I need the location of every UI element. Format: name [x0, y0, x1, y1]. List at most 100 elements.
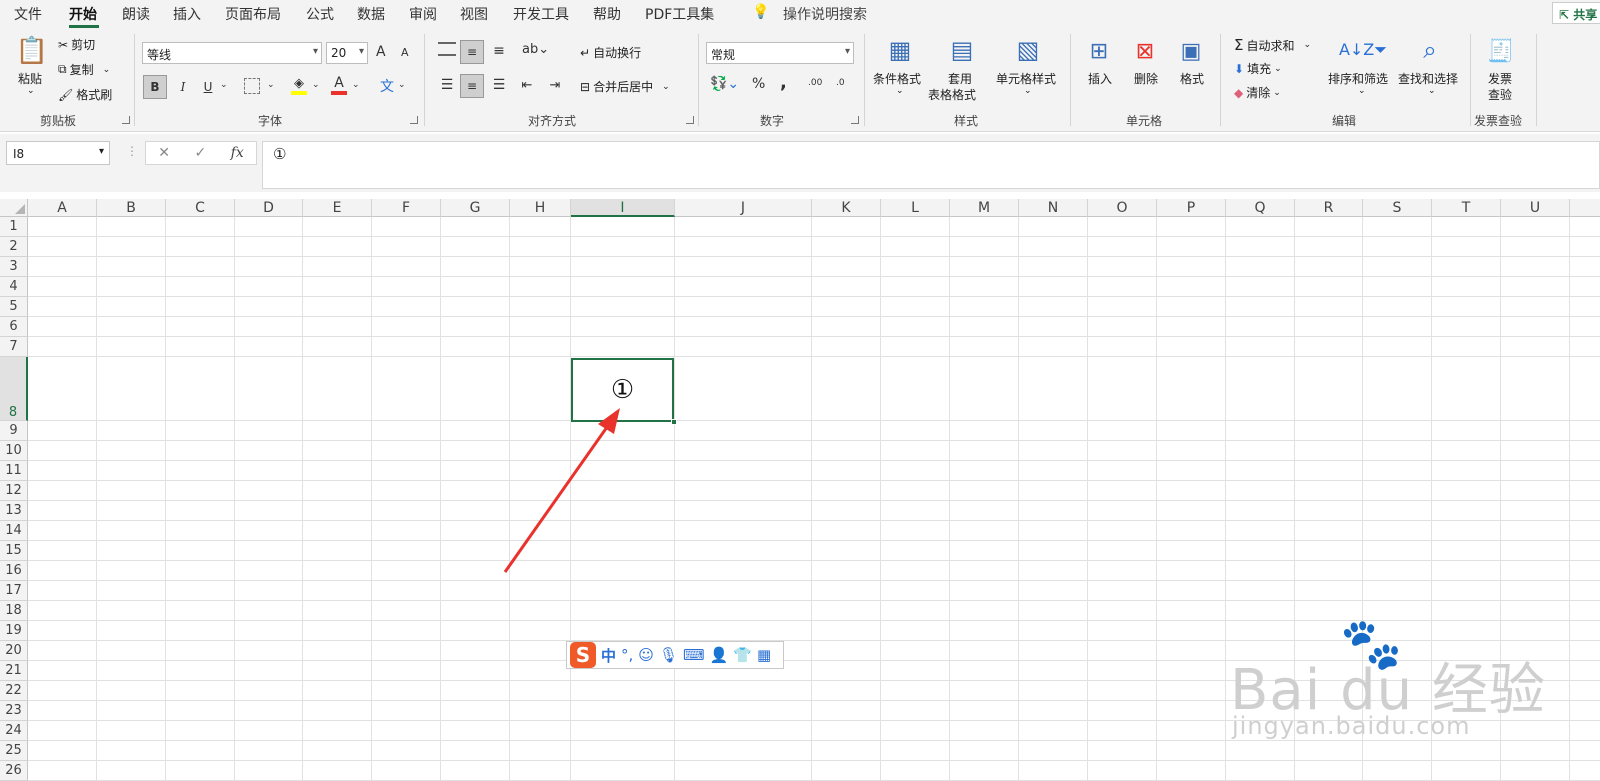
orientation-icon[interactable]: ab⌄	[522, 42, 549, 57]
column-header-k[interactable]: K	[812, 199, 881, 217]
cell-styles-button[interactable]: 单元格样式	[996, 70, 1056, 87]
skin-shirt-icon[interactable]: 👕	[733, 646, 752, 664]
row-header-19[interactable]: 19	[0, 621, 28, 641]
fill-button[interactable]: ⬇ 填充 ⌄	[1234, 60, 1282, 77]
underline-button[interactable]: U	[198, 75, 218, 99]
format-cells-button[interactable]: 格式	[1180, 70, 1204, 87]
sort-filter-button[interactable]: 排序和筛选	[1328, 70, 1388, 87]
column-header-j[interactable]: J	[675, 199, 812, 217]
phonetic-guide-icon[interactable]: 文	[380, 76, 394, 96]
active-cell-i8[interactable]: ①	[571, 358, 674, 422]
delete-cells-button[interactable]: 删除	[1134, 70, 1158, 87]
column-header-u[interactable]: U	[1501, 199, 1570, 217]
column-header-m[interactable]: M	[950, 199, 1019, 217]
row-header-1[interactable]: 1	[0, 217, 28, 237]
format-cells-icon[interactable]: ▣	[1176, 36, 1206, 66]
increase-decimal-button[interactable]: .00	[808, 78, 822, 88]
menu-pdf-tools[interactable]: PDF工具集	[645, 4, 714, 24]
keyboard-icon[interactable]: ⌨	[683, 646, 705, 664]
number-launcher-icon[interactable]	[851, 116, 859, 124]
column-header-v[interactable]: V	[1570, 199, 1600, 217]
font-launcher-icon[interactable]	[410, 116, 418, 124]
row-header-21[interactable]: 21	[0, 661, 28, 681]
menu-formulas[interactable]: 公式	[306, 4, 334, 24]
find-select-button[interactable]: 查找和选择	[1398, 70, 1458, 87]
bold-button[interactable]: B	[143, 75, 167, 99]
sogou-logo-icon[interactable]: S	[570, 642, 596, 668]
sort-filter-icon[interactable]: A↓Z⏷	[1339, 34, 1387, 66]
row-header-6[interactable]: 6	[0, 317, 28, 337]
align-middle-icon[interactable]: ≡	[460, 40, 484, 64]
wrap-text-button[interactable]: ↵ 自动换行	[580, 44, 641, 61]
alignment-launcher-icon[interactable]	[686, 116, 694, 124]
font-color-dropdown-icon[interactable]: ⌄	[352, 80, 360, 90]
invoice-check-line1[interactable]: 发票	[1488, 70, 1512, 87]
shrink-font-icon[interactable]: A	[401, 46, 409, 59]
row-header-22[interactable]: 22	[0, 681, 28, 701]
select-all-corner[interactable]	[0, 199, 28, 217]
row-header-25[interactable]: 25	[0, 741, 28, 761]
column-header-r[interactable]: R	[1295, 199, 1363, 217]
row-header-4[interactable]: 4	[0, 277, 28, 297]
chevron-down-icon[interactable]: ⌄	[896, 86, 904, 96]
format-as-table-button-line2[interactable]: 表格格式	[928, 86, 976, 103]
menu-file[interactable]: 文件	[14, 4, 42, 24]
conditional-format-button[interactable]: 条件格式	[873, 70, 921, 87]
row-header-15[interactable]: 15	[0, 541, 28, 561]
row-header-23[interactable]: 23	[0, 701, 28, 721]
cut-button[interactable]: ✂ 剪切	[58, 36, 95, 53]
emoji-icon[interactable]: ☺	[638, 646, 654, 664]
menu-page-layout[interactable]: 页面布局	[225, 4, 281, 24]
column-header-o[interactable]: O	[1088, 199, 1157, 217]
user-icon[interactable]: 👤	[710, 646, 729, 664]
chevron-down-icon[interactable]: ⌄	[1358, 86, 1366, 96]
row-header-17[interactable]: 17	[0, 581, 28, 601]
row-header-5[interactable]: 5	[0, 297, 28, 317]
copy-button[interactable]: ⧉ 复制 ⌄	[58, 61, 110, 78]
menu-developer[interactable]: 开发工具	[513, 4, 569, 24]
font-size-select[interactable]: 20	[326, 42, 368, 64]
borders-icon[interactable]	[244, 78, 260, 94]
phonetic-dropdown-icon[interactable]: ⌄	[398, 80, 406, 90]
decrease-indent-icon[interactable]: ⇤	[518, 76, 536, 94]
splitter-icon[interactable]: ⋮	[126, 144, 138, 158]
conditional-format-icon[interactable]: ▦	[885, 34, 915, 66]
format-as-table-icon[interactable]: ▤	[946, 34, 978, 66]
paste-button[interactable]: 粘贴	[18, 70, 42, 87]
row-header-24[interactable]: 24	[0, 721, 28, 741]
row-header-20[interactable]: 20	[0, 641, 28, 661]
format-painter-button[interactable]: 🖌 格式刷	[58, 86, 112, 103]
format-as-table-button-line1[interactable]: 套用	[948, 70, 972, 87]
row-header-18[interactable]: 18	[0, 601, 28, 621]
row-header-8[interactable]: 8	[0, 357, 28, 421]
align-left-icon[interactable]: ☰	[438, 76, 456, 94]
chevron-down-icon[interactable]: ⌄	[1024, 86, 1032, 96]
column-header-s[interactable]: S	[1363, 199, 1432, 217]
delete-cells-icon[interactable]: ⊠	[1130, 36, 1160, 66]
row-header-14[interactable]: 14	[0, 521, 28, 541]
clipboard-launcher-icon[interactable]	[122, 116, 130, 124]
underline-dropdown-icon[interactable]: ⌄	[220, 80, 228, 90]
row-header-11[interactable]: 11	[0, 461, 28, 481]
microphone-icon[interactable]: 🎙	[659, 646, 678, 664]
fill-dropdown-icon[interactable]: ⌄	[312, 80, 320, 90]
column-header-b[interactable]: B	[97, 199, 166, 217]
name-box[interactable]: I8	[6, 141, 110, 165]
cancel-icon[interactable]: ✕	[158, 145, 170, 161]
ime-mode-toggle[interactable]: 中	[601, 645, 616, 666]
fill-handle[interactable]	[671, 419, 677, 425]
merge-center-button[interactable]: ⊟ 合并后居中 ⌄	[580, 78, 670, 95]
share-button[interactable]: ⇱ 共享	[1552, 2, 1600, 24]
column-header-n[interactable]: N	[1019, 199, 1088, 217]
align-top-icon[interactable]	[438, 42, 456, 56]
column-header-a[interactable]: A	[28, 199, 97, 217]
align-center-icon[interactable]: ≡	[460, 74, 484, 98]
invoice-check-line2[interactable]: 查验	[1488, 86, 1512, 103]
column-header-e[interactable]: E	[303, 199, 372, 217]
insert-function-icon[interactable]: fx	[231, 145, 244, 161]
borders-dropdown-icon[interactable]: ⌄	[267, 80, 275, 90]
column-header-t[interactable]: T	[1432, 199, 1501, 217]
tell-me-search[interactable]: 操作说明搜索	[783, 4, 867, 24]
paste-icon[interactable]: 📋	[14, 34, 50, 68]
font-family-select[interactable]: 等线	[142, 42, 322, 64]
